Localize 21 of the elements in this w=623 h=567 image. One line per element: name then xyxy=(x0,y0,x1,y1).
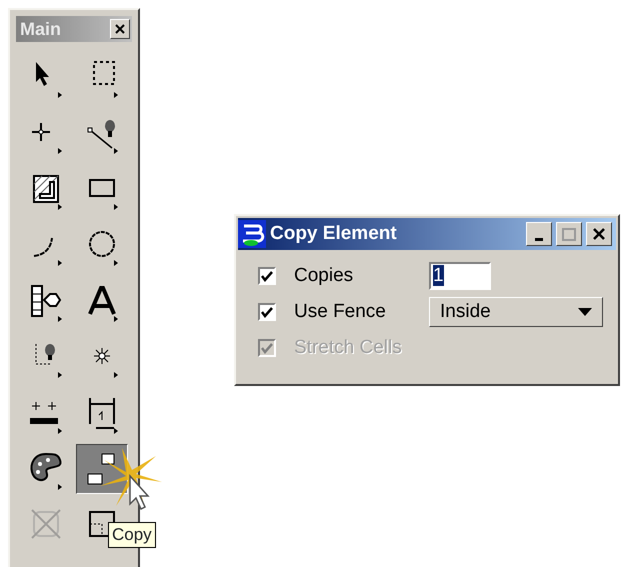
maximize-button[interactable] xyxy=(556,222,582,246)
close-icon xyxy=(593,228,605,240)
app-logo-icon xyxy=(238,220,266,248)
minimize-icon xyxy=(535,238,543,241)
fence-mode-dropdown[interactable]: Inside xyxy=(429,297,603,327)
close-button[interactable] xyxy=(586,222,612,246)
checkbox[interactable] xyxy=(258,267,276,285)
option-label: Copies xyxy=(294,264,354,286)
palette-title: Main xyxy=(20,18,62,41)
minimize-button[interactable] xyxy=(526,222,552,246)
checkbox[interactable] xyxy=(258,303,276,321)
mouse-pointer-icon xyxy=(129,474,150,510)
maximize-icon xyxy=(562,228,576,240)
close-icon xyxy=(114,23,126,35)
option-label: Use Fence xyxy=(294,300,386,322)
close-button[interactable] xyxy=(110,19,130,39)
dropdown-arrow-icon xyxy=(578,308,592,316)
tool-button[interactable] xyxy=(76,444,128,494)
copies-field[interactable]: 1 xyxy=(429,262,491,290)
dialog-title: Copy Element xyxy=(270,222,398,246)
tooltip: Copy xyxy=(108,522,156,548)
